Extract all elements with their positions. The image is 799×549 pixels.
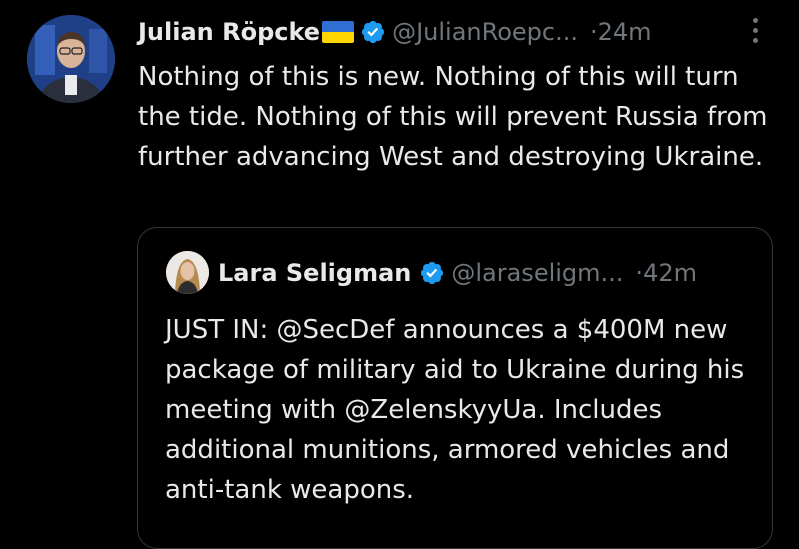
quoted-author-photo [166, 251, 209, 294]
tweet-header: Julian Röpcke @JulianRoepc... · 24m [138, 12, 652, 52]
quoted-author-name[interactable]: Lara Seligman [218, 259, 411, 287]
header-separator: · [589, 18, 598, 46]
author-handle[interactable]: @JulianRoepc... [392, 18, 578, 46]
tweet[interactable]: Julian Röpcke @JulianRoepc... · 24m Noth… [0, 0, 799, 549]
quoted-tweet[interactable]: Lara Seligman @laraseligm... · 42m JUST … [137, 227, 773, 549]
tweet-text: Nothing of this is new. Nothing of this … [138, 62, 768, 172]
tweet-timestamp[interactable]: 24m [598, 18, 652, 46]
verified-badge-icon [421, 261, 444, 285]
more-options-icon[interactable] [745, 18, 765, 48]
verified-badge-icon [361, 20, 385, 44]
author-avatar[interactable] [27, 15, 115, 103]
quoted-author-avatar[interactable] [166, 251, 209, 294]
author-photo [27, 15, 115, 103]
quoted-header-separator: · [635, 259, 644, 287]
ukraine-flag-icon [322, 21, 355, 43]
quoted-tweet-text: JUST IN: @SecDef announces a $400M new p… [165, 315, 745, 505]
quoted-tweet-timestamp[interactable]: 42m [643, 259, 697, 287]
quoted-tweet-header: Lara Seligman @laraseligm... · 42m [218, 252, 697, 294]
author-name[interactable]: Julian Röpcke [138, 18, 320, 46]
quoted-author-handle[interactable]: @laraseligm... [451, 259, 623, 287]
